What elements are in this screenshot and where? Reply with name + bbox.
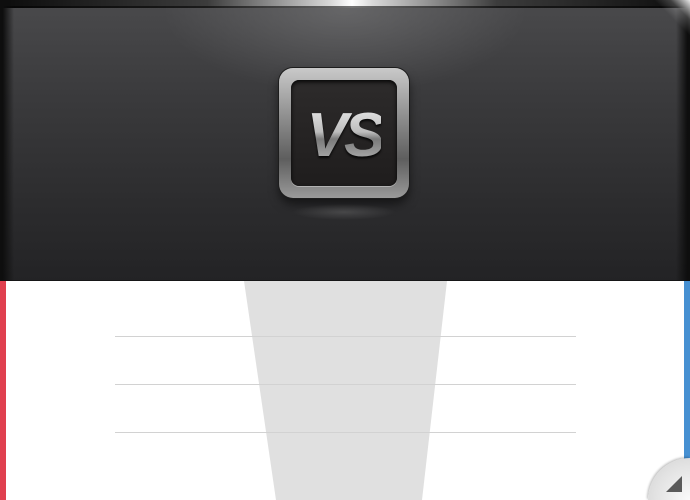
versus-header: VS	[0, 0, 690, 281]
corner-glint	[650, 0, 690, 40]
header-metal-rim	[0, 0, 690, 8]
left-team-stripe	[0, 281, 6, 500]
center-beam-shape	[244, 281, 447, 500]
vs-label: VS	[306, 100, 386, 170]
header-left-edge	[0, 0, 14, 281]
vs-badge-reflection	[292, 204, 396, 220]
resize-arrow-icon	[666, 476, 682, 492]
versus-screen: VS	[0, 0, 690, 500]
vs-badge-icon: VS	[279, 68, 409, 198]
resize-corner-icon[interactable]	[648, 458, 690, 500]
vs-badge-face: VS	[291, 80, 397, 186]
row-divider	[115, 336, 576, 337]
row-divider	[115, 384, 576, 385]
header-right-edge	[676, 0, 690, 281]
row-divider	[115, 432, 576, 433]
center-beam	[244, 281, 447, 500]
